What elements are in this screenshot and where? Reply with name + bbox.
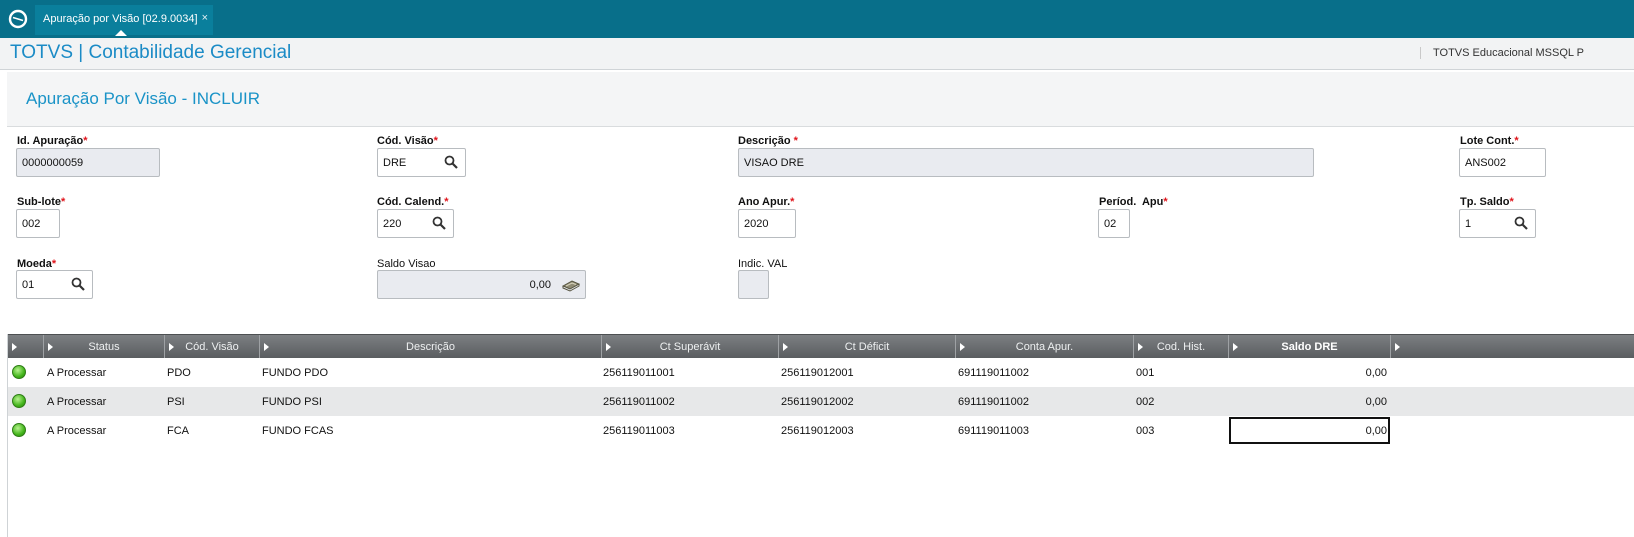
sort-arrow-icon — [783, 343, 788, 351]
cell-cod-visao: PSI — [167, 396, 185, 408]
label-period-apu: Períod. Apu* — [1099, 196, 1168, 208]
label-ano-apur: Ano Apur.* — [738, 196, 795, 208]
label-tp-saldo: Tp. Saldo* — [1460, 196, 1514, 208]
cell-ct-deficit: 256119012003 — [781, 425, 854, 437]
cod-visao-field[interactable]: DRE — [377, 148, 466, 177]
descricao-field[interactable]: VISAO DRE — [738, 148, 1314, 177]
column-header-cod-hist[interactable]: Cod. Hist. — [1134, 335, 1229, 358]
label-descricao: Descrição * — [738, 135, 798, 147]
column-header-cod-visao[interactable]: Cód. Visão — [165, 335, 260, 358]
search-icon[interactable] — [71, 277, 85, 291]
search-icon[interactable] — [432, 216, 446, 230]
column-header-filler — [1391, 335, 1634, 358]
table-row[interactable]: A Processar PDO FUNDO PDO 256119011001 2… — [8, 358, 1634, 387]
period-apu-field[interactable]: 02 — [1098, 209, 1130, 238]
close-icon[interactable]: × — [202, 12, 208, 24]
top-bar: Apuração por Visão [02.9.0034] × — [0, 0, 1634, 38]
cell-saldo-dre: 0,00 — [1365, 396, 1387, 408]
cell-cod-hist: 003 — [1136, 425, 1155, 437]
cell-ct-deficit: 256119012001 — [781, 367, 854, 379]
lote-cont-field[interactable]: ANS002 — [1459, 148, 1546, 177]
sort-arrow-icon — [1233, 343, 1238, 351]
form-title: Apuração Por Visão - INCLUIR — [26, 89, 261, 108]
cell-descricao: FUNDO PDO — [262, 367, 328, 379]
column-header-descricao[interactable]: Descrição — [260, 335, 602, 358]
status-dot-icon — [12, 423, 26, 437]
sub-lote-field[interactable]: 002 — [16, 209, 60, 238]
label-id-apuracao: Id. Apuração* — [17, 135, 88, 147]
sort-arrow-icon — [1395, 343, 1400, 351]
table-row[interactable]: A Processar FCA FUNDO FCAS 256119011003 … — [8, 416, 1634, 445]
cell-status: A Processar — [47, 425, 107, 437]
tab-apuracao-por-visao[interactable]: Apuração por Visão [02.9.0034] × — [35, 5, 213, 36]
cell-saldo-dre: 0,00 — [1365, 425, 1387, 437]
search-icon[interactable] — [444, 155, 458, 169]
cell-descricao: FUNDO FCAS — [262, 425, 334, 437]
label-sub-lote: Sub-lote* — [17, 196, 66, 208]
id-apuracao-field[interactable]: 0000000059 — [16, 148, 160, 177]
saldo-visao-field[interactable]: 0,00 — [377, 270, 586, 299]
tp-saldo-field[interactable]: 1 — [1459, 209, 1536, 238]
cell-ct-superavit: 256119011002 — [603, 396, 675, 408]
sort-arrow-icon — [169, 343, 174, 351]
cell-status: A Processar — [47, 396, 107, 408]
apuracao-grid[interactable]: Status Cód. Visão Descrição Ct Superávit… — [7, 334, 1634, 537]
cell-ct-superavit: 256119011001 — [603, 367, 675, 379]
search-icon[interactable] — [1514, 216, 1528, 230]
cell-ct-deficit: 256119012002 — [781, 396, 854, 408]
sort-arrow-icon — [12, 343, 17, 351]
sort-arrow-icon — [264, 343, 269, 351]
status-dot-icon — [12, 365, 26, 379]
label-cod-visao: Cód. Visão* — [377, 135, 438, 147]
tab-active-caret — [115, 30, 127, 36]
sort-arrow-icon — [606, 343, 611, 351]
sort-arrow-icon — [960, 343, 965, 351]
grid-header: Status Cód. Visão Descrição Ct Superávit… — [8, 334, 1634, 358]
label-saldo-visao: Saldo Visao — [377, 258, 436, 270]
money-icon[interactable] — [561, 277, 581, 293]
column-header-conta-apur[interactable]: Conta Apur. — [956, 335, 1134, 358]
label-moeda: Moeda* — [17, 258, 57, 270]
cell-status: A Processar — [47, 367, 107, 379]
cell-cod-visao: FCA — [167, 425, 189, 437]
label-lote-cont: Lote Cont.* — [1460, 135, 1519, 147]
cell-conta-apur: 691119011002 — [958, 396, 1029, 408]
form-header: Apuração Por Visão - INCLUIR — [7, 72, 1634, 127]
app-header: TOTVS | Contabilidade Gerencial TOTVS Ed… — [0, 38, 1634, 70]
sort-arrow-icon — [48, 343, 53, 351]
cell-ct-superavit: 256119011003 — [603, 425, 675, 437]
table-row[interactable]: A Processar PSI FUNDO PSI 256119011002 2… — [8, 387, 1634, 416]
cell-cod-visao: PDO — [167, 367, 191, 379]
ano-apur-field[interactable]: 2020 — [738, 209, 796, 238]
tab-title: Apuração por Visão [02.9.0034] — [43, 13, 198, 25]
moeda-field[interactable]: 01 — [16, 270, 93, 299]
label-cod-calend: Cód. Calend.* — [377, 196, 449, 208]
cell-cod-hist: 002 — [1136, 396, 1155, 408]
totvs-logo-icon[interactable] — [7, 8, 29, 30]
indic-val-field[interactable] — [738, 270, 769, 299]
environment-label: TOTVS Educacional MSSQL P — [1420, 47, 1634, 59]
cell-conta-apur: 691119011003 — [958, 425, 1029, 437]
column-header-ct-superavit[interactable]: Ct Superávit — [602, 335, 779, 358]
app-title: TOTVS | Contabilidade Gerencial — [10, 42, 292, 63]
cod-calend-field[interactable]: 220 — [377, 209, 454, 238]
column-header-selector[interactable] — [8, 335, 44, 358]
cell-cod-hist: 001 — [1136, 367, 1155, 379]
status-dot-icon — [12, 394, 26, 408]
sort-arrow-icon — [1138, 343, 1143, 351]
saldo-visao-value: 0,00 — [529, 279, 551, 291]
column-header-status[interactable]: Status — [44, 335, 165, 358]
column-header-saldo-dre[interactable]: Saldo DRE — [1229, 335, 1391, 358]
column-header-ct-deficit[interactable]: Ct Déficit — [779, 335, 956, 358]
label-indic-val: Indic. VAL — [738, 258, 788, 270]
cell-conta-apur: 691119011002 — [958, 367, 1029, 379]
cell-saldo-dre: 0,00 — [1365, 367, 1387, 379]
cell-descricao: FUNDO PSI — [262, 396, 322, 408]
